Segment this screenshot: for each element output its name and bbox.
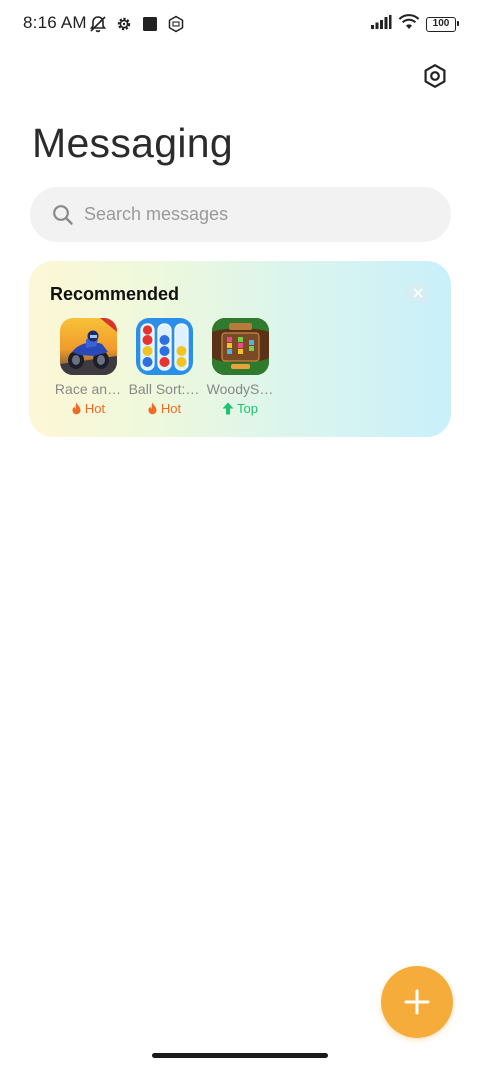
top-badge: Top xyxy=(222,401,258,416)
hot-badge: Hot xyxy=(147,401,181,416)
battery-icon: 100 xyxy=(426,16,459,32)
status-icons-right: 100 xyxy=(370,13,459,35)
home-indicator[interactable] xyxy=(152,1053,328,1058)
status-time: 8:16 AM xyxy=(23,13,87,32)
plus-icon xyxy=(404,989,430,1015)
search-bar[interactable] xyxy=(30,187,451,242)
gear-cog-icon xyxy=(114,14,134,34)
app-name: Ball Sort:… xyxy=(128,381,200,397)
square-icon xyxy=(140,14,160,34)
page-title: Messaging xyxy=(32,120,233,166)
sim-icon xyxy=(166,14,186,34)
ball-sort-icon xyxy=(135,318,193,375)
wifi-icon xyxy=(398,13,420,35)
flame-icon xyxy=(148,402,157,415)
close-recommended-button[interactable] xyxy=(406,281,430,305)
close-icon xyxy=(413,288,423,298)
arrow-up-icon xyxy=(222,402,234,415)
app-name: Race an… xyxy=(54,381,122,397)
app-name: WoodyS… xyxy=(206,381,274,397)
recommended-app-ball-sort[interactable]: Ball Sort:… Hot xyxy=(122,318,206,416)
recommended-title: Recommended xyxy=(50,284,180,304)
motorcycle-race-icon xyxy=(59,318,117,375)
settings-button[interactable] xyxy=(417,58,453,94)
hot-badge: Hot xyxy=(71,401,105,416)
notifications-off-icon xyxy=(88,14,108,34)
search-icon xyxy=(53,205,73,225)
woody-sort-icon xyxy=(211,318,269,375)
status-icons-left xyxy=(88,13,186,35)
flame-icon xyxy=(72,402,81,415)
badge-label: Hot xyxy=(84,401,106,416)
status-bar: 8:16 AM 100 xyxy=(0,0,480,48)
badge-label: Top xyxy=(237,401,258,416)
signal-icon xyxy=(370,14,392,35)
hexagon-settings-icon xyxy=(424,64,446,88)
search-input[interactable] xyxy=(84,187,434,242)
recommended-card: Recommended Race an… Hot Ball Sort:… Hot… xyxy=(29,261,451,437)
new-message-button[interactable] xyxy=(381,966,453,1038)
badge-label: Hot xyxy=(160,401,182,416)
recommended-app-race[interactable]: Race an… Hot xyxy=(46,318,130,416)
recommended-app-woody-sort[interactable]: WoodyS… Top xyxy=(198,318,282,416)
